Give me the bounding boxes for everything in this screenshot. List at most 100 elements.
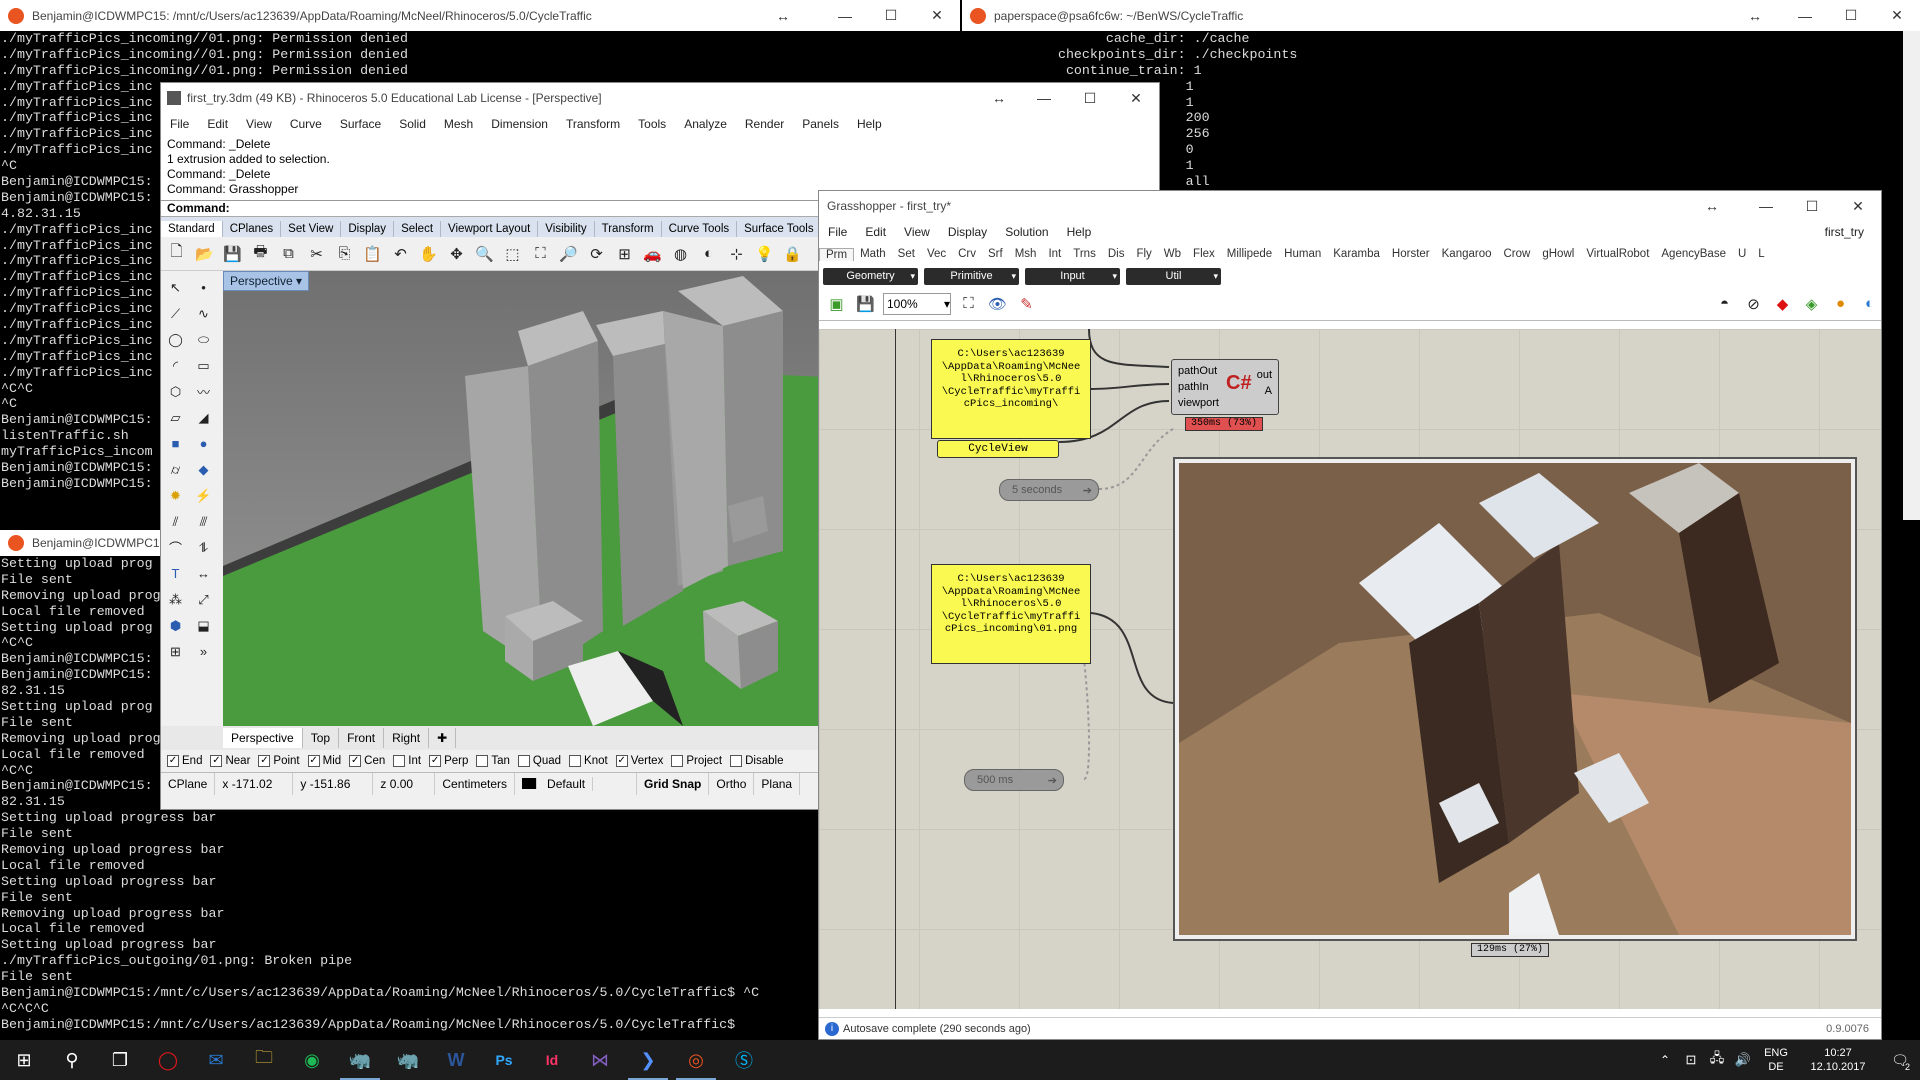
new-icon[interactable]: 🗋 <box>165 242 188 265</box>
import-icon[interactable]: ⧉ <box>277 242 300 265</box>
preview-mesh-icon[interactable]: ◈ <box>1800 292 1823 315</box>
clock[interactable]: 10:27 12.10.2017 <box>1796 1046 1880 1074</box>
open-file-icon[interactable]: ▣ <box>825 292 848 315</box>
input-pathout[interactable]: pathOut <box>1178 363 1219 379</box>
timer-500-ms[interactable]: 500 ms ➔ <box>964 769 1064 791</box>
gh-menu-solution[interactable]: Solution <box>996 225 1057 239</box>
view-tab-perspective[interactable]: Perspective <box>223 728 303 748</box>
split-icon[interactable]: ⫻ <box>191 509 216 534</box>
gh-tab-human[interactable]: Human <box>1278 248 1327 260</box>
surface-icon[interactable]: ▱ <box>163 405 188 430</box>
spotify-icon[interactable]: ◉ <box>288 1040 336 1080</box>
checkbox[interactable] <box>517 755 530 767</box>
image-viewer-component[interactable] <box>1173 457 1857 941</box>
osnap-knot[interactable]: Knot <box>569 755 608 767</box>
polygon-icon[interactable]: ⬡ <box>163 379 188 404</box>
point-icon[interactable]: • <box>191 275 216 300</box>
view-tab-front[interactable]: Front <box>339 728 385 748</box>
osnap-quad[interactable]: Quad <box>517 755 561 767</box>
named-cplane-icon[interactable]: ⊹ <box>725 242 748 265</box>
toolbar-tab-standard[interactable]: Standard <box>161 221 223 237</box>
sketch-icon[interactable]: ✎ <box>1015 292 1038 315</box>
category-util[interactable]: Util ▾ <box>1126 267 1221 285</box>
preview-eye-icon[interactable]: 👁 <box>986 292 1009 315</box>
checkbox[interactable]: ✓ <box>429 755 442 767</box>
menu-item-help[interactable]: Help <box>848 117 891 131</box>
language-indicator[interactable]: ENG DE <box>1756 1046 1796 1074</box>
checkbox[interactable] <box>671 755 684 767</box>
toolbar-tab-visibility[interactable]: Visibility <box>538 221 595 237</box>
minimize-button[interactable]: — <box>1021 83 1067 114</box>
osnap-near[interactable]: ✓ Near <box>210 755 250 767</box>
maximize-button[interactable]: ☐ <box>1789 191 1835 222</box>
save-icon[interactable]: 💾 <box>221 242 244 265</box>
gh-menu-help[interactable]: Help <box>1058 225 1101 239</box>
checkbox[interactable]: ✓ <box>615 755 628 767</box>
scrollbar[interactable] <box>1903 31 1920 520</box>
save-file-icon[interactable]: 💾 <box>854 292 877 315</box>
menu-item-mesh[interactable]: Mesh <box>435 117 482 131</box>
box-icon[interactable]: ■ <box>163 431 188 456</box>
menu-item-dimension[interactable]: Dimension <box>482 117 557 131</box>
rhino-taskbar-icon[interactable]: 🦏 <box>336 1040 384 1080</box>
gh-tab-vec[interactable]: Vec <box>921 248 952 260</box>
copy-icon[interactable]: ⎘ <box>333 242 356 265</box>
checkbox[interactable]: ✓ <box>210 755 223 767</box>
gh-menu-edit[interactable]: Edit <box>856 225 895 239</box>
terminal-2-titlebar[interactable]: paperspace@psa6fc6w: ~/BenWS/CycleTraffi… <box>962 0 1920 31</box>
add-view-tab-icon[interactable]: ✚ <box>429 728 457 748</box>
toolbar-tab-display[interactable]: Display <box>341 221 395 237</box>
terminal-1-titlebar[interactable]: Benjamin@ICDWMPC15: /mnt/c/Users/ac12363… <box>0 0 960 31</box>
gh-tab-prm[interactable]: Prm <box>819 247 855 261</box>
input-viewport[interactable]: viewport <box>1178 395 1219 411</box>
more-icon[interactable]: » <box>191 639 216 664</box>
paste-icon[interactable]: 📋 <box>361 242 384 265</box>
menu-item-file[interactable]: File <box>161 117 198 131</box>
solid-tools-icon[interactable]: ⬢ <box>163 613 188 638</box>
file-explorer-icon[interactable]: 🗀 <box>240 1040 288 1080</box>
curve-icon[interactable]: ∿ <box>191 301 216 326</box>
menu-item-solid[interactable]: Solid <box>390 117 435 131</box>
move-view-icon[interactable]: ✥ <box>445 242 468 265</box>
maximize-button[interactable]: ☐ <box>868 0 914 31</box>
gh-menu-display[interactable]: Display <box>939 225 996 239</box>
osnap-project[interactable]: Project <box>671 755 722 767</box>
indesign-icon[interactable]: Id <box>528 1040 576 1080</box>
osnap-end[interactable]: ✓ End <box>167 755 202 767</box>
osnap-mid[interactable]: ✓ Mid <box>307 755 341 767</box>
osnap-cen[interactable]: ✓ Cen <box>349 755 385 767</box>
checkbox[interactable] <box>476 755 489 767</box>
close-button[interactable]: ✕ <box>1835 191 1881 222</box>
dimension-icon[interactable]: ↔ <box>191 561 216 586</box>
transform-icon[interactable]: ⤢ <box>191 587 216 612</box>
checkbox[interactable]: ✓ <box>307 755 320 767</box>
arc-icon[interactable]: ◜ <box>163 353 188 378</box>
grid-snap-toggle[interactable]: Grid Snap <box>637 772 710 795</box>
select-icon[interactable]: ↖ <box>163 275 188 300</box>
toolbar-tab-cplanes[interactable]: CPlanes <box>223 221 282 237</box>
viewport-label[interactable]: Perspective ▾ <box>223 271 310 291</box>
windows-start-icon[interactable]: ⊞ <box>0 1040 48 1080</box>
visual-studio-icon[interactable]: ⋈ <box>576 1040 624 1080</box>
osnap-point[interactable]: ✓ Point <box>258 755 300 767</box>
gh-tab-trns[interactable]: Trns <box>1067 248 1102 260</box>
checkbox[interactable] <box>730 755 743 767</box>
tray-icon[interactable]: ⊡ <box>1678 1040 1704 1080</box>
toolbar-tab-surface-tools[interactable]: Surface Tools <box>737 221 822 237</box>
checkbox[interactable]: ✓ <box>258 755 271 767</box>
cut-icon[interactable]: ✂ <box>305 242 328 265</box>
preview-wire-icon[interactable]: ⊘ <box>1742 292 1765 315</box>
toolbar-tab-viewport-layout[interactable]: Viewport Layout <box>441 221 539 237</box>
word-icon[interactable]: W <box>432 1040 480 1080</box>
gh-tab-horster[interactable]: Horster <box>1386 248 1436 260</box>
ortho-toggle[interactable]: Ortho <box>709 772 755 795</box>
menu-item-panels[interactable]: Panels <box>793 117 848 131</box>
category-primitive[interactable]: Primitive ▾ <box>924 267 1019 285</box>
checkbox[interactable]: ✓ <box>349 755 362 767</box>
pan-icon[interactable]: ✋ <box>417 242 440 265</box>
viewport-layout-icon[interactable]: ⊞ <box>613 242 636 265</box>
maximize-button[interactable]: ☐ <box>1828 0 1874 31</box>
light-icon[interactable]: 💡 <box>753 242 776 265</box>
photoshop-icon[interactable]: Ps <box>480 1040 528 1080</box>
gh-tab-agencybase[interactable]: AgencyBase <box>1655 248 1732 260</box>
